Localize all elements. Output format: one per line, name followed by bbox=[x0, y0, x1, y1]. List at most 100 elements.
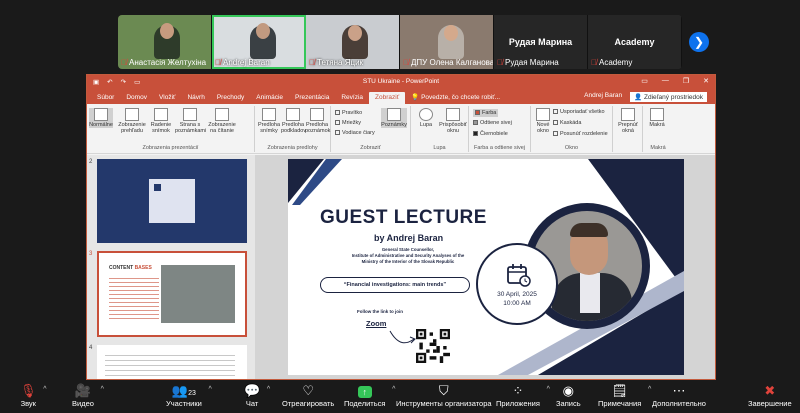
photo-shirt bbox=[580, 273, 600, 313]
reading-view-button[interactable]: Zobrazenie na čítanie bbox=[207, 108, 237, 134]
slide-thumbnail[interactable]: 4 bbox=[89, 345, 247, 379]
chevron-up-icon[interactable]: ^ bbox=[101, 386, 104, 393]
group-presentation-views: Normálne Zobrazenie prehľadu Radenie sní… bbox=[87, 106, 255, 152]
guides-checkbox[interactable]: Vodiace čiary bbox=[335, 130, 375, 136]
grayscale-button[interactable]: Odtiene sivej bbox=[473, 120, 512, 126]
participant-tile[interactable]: 🎙̸ Тетяна Яцик bbox=[306, 15, 400, 69]
minimize-icon[interactable]: — bbox=[662, 77, 669, 85]
move-split-button[interactable]: Posunúť rozdelenie bbox=[553, 131, 608, 137]
current-slide[interactable]: GUEST LECTURE by Andrej Baran General St… bbox=[288, 159, 684, 375]
maximize-icon[interactable]: ❐ bbox=[683, 77, 689, 85]
participant-tile[interactable]: Academy 🎙̸ Academy bbox=[588, 15, 682, 69]
tab-animations[interactable]: Animácie bbox=[250, 94, 289, 104]
group-master-views: Predloha snímky Predloha podkladov Predl… bbox=[255, 106, 331, 152]
react-button[interactable]: ♡ Отреагировать bbox=[282, 383, 334, 408]
chevron-up-icon[interactable]: ^ bbox=[209, 386, 212, 393]
group-label: Zobrazenia predlohy bbox=[267, 145, 318, 151]
chevron-up-icon[interactable]: ^ bbox=[547, 386, 550, 393]
color-button[interactable]: Farba bbox=[473, 109, 499, 117]
group-color: Farba Odtiene sivej Čiernobiele Farba a … bbox=[469, 106, 531, 152]
audio-button[interactable]: 🎙 Звук ^ bbox=[20, 383, 47, 408]
chevron-up-icon[interactable]: ^ bbox=[648, 386, 651, 393]
tab-review[interactable]: Revízia bbox=[335, 94, 369, 104]
slide-editing-area[interactable]: GUEST LECTURE by Andrej Baran General St… bbox=[255, 155, 715, 379]
apps-button[interactable]: ⁘ Приложения ^ bbox=[496, 383, 550, 408]
slide-preview bbox=[97, 345, 247, 379]
black-white-button[interactable]: Čiernobiele bbox=[473, 131, 508, 137]
tab-home[interactable]: Domov bbox=[120, 94, 153, 104]
tell-me-search[interactable]: 💡 Povedzte, čo chcete robiť... bbox=[405, 93, 506, 104]
fit-window-icon bbox=[446, 108, 460, 121]
switch-windows-button[interactable]: Prepnúť okná bbox=[615, 108, 641, 134]
slide-preview-text-lines bbox=[105, 351, 235, 379]
slide-title: GUEST LECTURE bbox=[320, 207, 487, 228]
gridlines-checkbox[interactable]: Mriežky bbox=[335, 120, 361, 126]
notes-button[interactable]: 🗒 Примечания ^ bbox=[598, 383, 651, 408]
slide-thumbnail[interactable]: 2 bbox=[89, 159, 247, 243]
participant-tile-active-speaker[interactable]: 🎙̸ Andrej Baran bbox=[212, 15, 306, 69]
slide-sorter-button[interactable]: Radenie snímok bbox=[149, 108, 173, 134]
participant-tile[interactable]: 🎙̸ Анастасія Желтухіна bbox=[118, 15, 212, 69]
participant-tile[interactable]: 🎙̸ ДПУ Олена Калганова bbox=[400, 15, 494, 69]
fit-to-window-button[interactable]: Prispôsobiť oknu bbox=[439, 108, 467, 134]
qr-code bbox=[416, 329, 450, 363]
macros-icon bbox=[650, 108, 664, 121]
ruler-checkbox[interactable]: Pravítko bbox=[335, 110, 362, 116]
tab-view[interactable]: Zobraziť bbox=[369, 92, 406, 104]
shared-screen-powerpoint[interactable]: ▣ ↶ ↷ ▭ STU Ukraine - PowerPoint ▭ — ❐ ✕… bbox=[86, 74, 716, 380]
notes-master-button[interactable]: Predloha poznámok bbox=[305, 108, 330, 134]
follow-link-text: Follow the link to join bbox=[357, 309, 403, 314]
record-button[interactable]: ◉ Запись bbox=[556, 383, 581, 408]
host-tools-button[interactable]: ⛉ Инструменты организатора bbox=[396, 383, 492, 408]
chevron-up-icon[interactable]: ^ bbox=[392, 386, 395, 393]
tab-insert[interactable]: Vložiť bbox=[153, 94, 182, 104]
notes-master-icon bbox=[310, 108, 324, 121]
tab-slideshow[interactable]: Prezentácia bbox=[289, 94, 335, 104]
outline-view-button[interactable]: Zobrazenie prehľadu bbox=[117, 108, 147, 134]
chevron-up-icon[interactable]: ^ bbox=[267, 386, 270, 393]
tab-transitions[interactable]: Prechody bbox=[211, 94, 250, 104]
slide-master-button[interactable]: Predloha snímky bbox=[257, 108, 281, 134]
slide-thumbnail-selected[interactable]: 3 CONTENT BASES bbox=[89, 251, 247, 337]
gallery-next-page-button[interactable]: ❯ bbox=[689, 32, 709, 52]
new-window-button[interactable]: Nové okno bbox=[531, 108, 555, 134]
group-label: Okno bbox=[564, 145, 579, 151]
zoom-link[interactable]: Zoom bbox=[366, 319, 386, 328]
notes-button[interactable]: Poznámky bbox=[381, 108, 407, 129]
close-icon[interactable]: ✕ bbox=[703, 77, 709, 85]
ribbon-display-icon[interactable]: ▭ bbox=[641, 77, 648, 85]
group-label: Farba a odtiene sivej bbox=[473, 145, 526, 151]
participant-name: 🎙̸ Academy bbox=[591, 58, 633, 67]
group-label: Zobraziť bbox=[360, 145, 381, 151]
more-button[interactable]: ⋯ Дополнительно bbox=[652, 383, 706, 408]
share-button[interactable]: 👤 Zdieľaný prostriedok bbox=[630, 92, 707, 102]
slide-preview-title: CONTENT BASES bbox=[109, 265, 152, 271]
slide-byline: by Andrej Baran bbox=[374, 233, 444, 243]
participants-button[interactable]: 👥23 Участники ^ bbox=[166, 383, 212, 408]
participant-tile[interactable]: Рудая Марина 🎙̸ Рудая Марина bbox=[494, 15, 588, 69]
normal-view-button[interactable]: Normálne bbox=[89, 108, 113, 129]
tab-design[interactable]: Návrh bbox=[181, 94, 210, 104]
lecture-date: 30 April, 2025 10:00 AM bbox=[497, 291, 537, 307]
handout-master-button[interactable]: Predloha podkladov bbox=[281, 108, 306, 134]
chat-button[interactable]: 💬 Чат ^ bbox=[244, 383, 270, 408]
tab-file[interactable]: Súbor bbox=[91, 94, 120, 104]
participant-face bbox=[348, 25, 362, 41]
cascade-button[interactable]: Kaskáda bbox=[553, 120, 581, 126]
participants-icon: 👥23 bbox=[171, 383, 196, 398]
ribbon-right-area: Andrej Baran 👤 Zdieľaný prostriedok bbox=[584, 92, 707, 102]
end-meeting-button[interactable]: ✖ Завершение bbox=[748, 383, 792, 408]
notes-icon bbox=[387, 108, 401, 121]
slide-preview: CONTENT BASES bbox=[97, 251, 247, 337]
arrange-all-button[interactable]: Usporiadať všetko bbox=[553, 109, 605, 115]
video-button[interactable]: 🎥 Видео ^ bbox=[72, 383, 104, 408]
chevron-up-icon[interactable]: ^ bbox=[43, 386, 46, 393]
slide-thumbnails-pane[interactable]: 2 3 CONTENT BASES 4 bbox=[87, 155, 255, 379]
macros-button[interactable]: Makrá bbox=[645, 108, 669, 128]
notes-page-button[interactable]: Strana s poznámkami bbox=[175, 108, 206, 134]
participant-name: 🎙̸ Andrej Baran bbox=[215, 58, 270, 67]
mic-off-icon: 🎙̸ bbox=[121, 58, 127, 67]
group-label: Makrá bbox=[650, 145, 666, 151]
share-screen-button[interactable]: ↑ Поделиться ^ bbox=[344, 383, 395, 408]
zoom-button[interactable]: Lupa bbox=[414, 108, 438, 128]
